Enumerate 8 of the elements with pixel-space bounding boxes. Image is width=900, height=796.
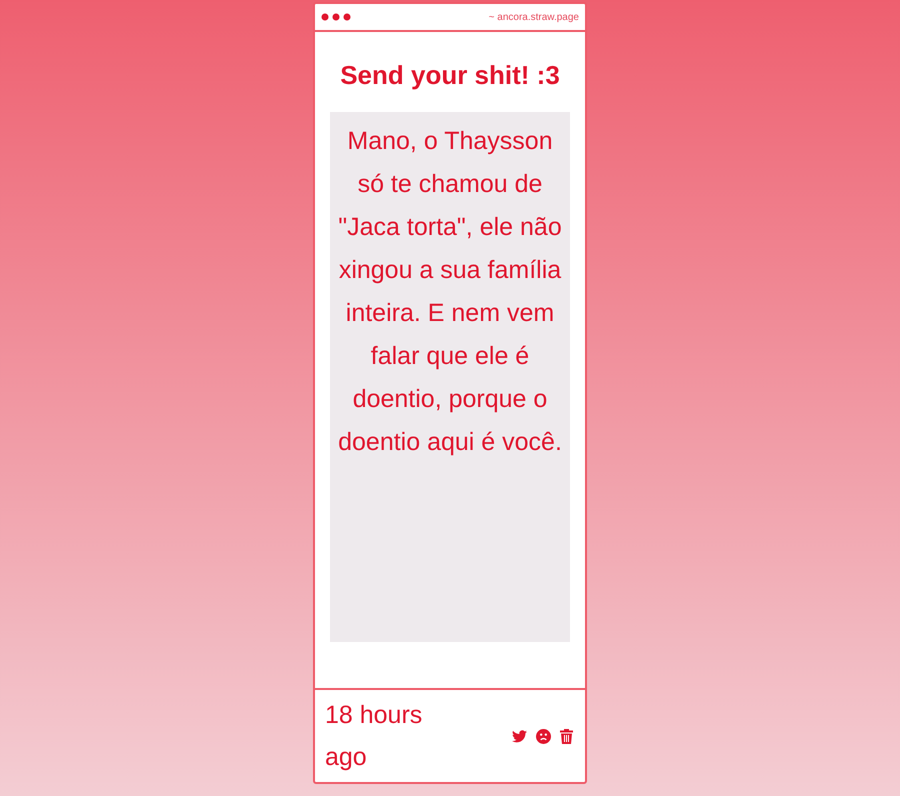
trash-icon[interactable] — [560, 728, 573, 744]
page-heading: Send your shit! :3 — [340, 59, 560, 92]
message-text: Mano, o Thaysson só te chamou de "Jaca torta", ele não xingou a sua família inteira. E nem vem falar que ele é doentio, porque o doentio aqui é você. — [330, 112, 570, 642]
page-url: ~ ancora.straw.page — [488, 12, 579, 22]
bird-icon[interactable] — [512, 730, 527, 742]
timestamp: 18 hours ago — [325, 700, 424, 773]
sad-face-icon[interactable] — [536, 728, 551, 744]
window-dots-icon — [321, 13, 351, 21]
